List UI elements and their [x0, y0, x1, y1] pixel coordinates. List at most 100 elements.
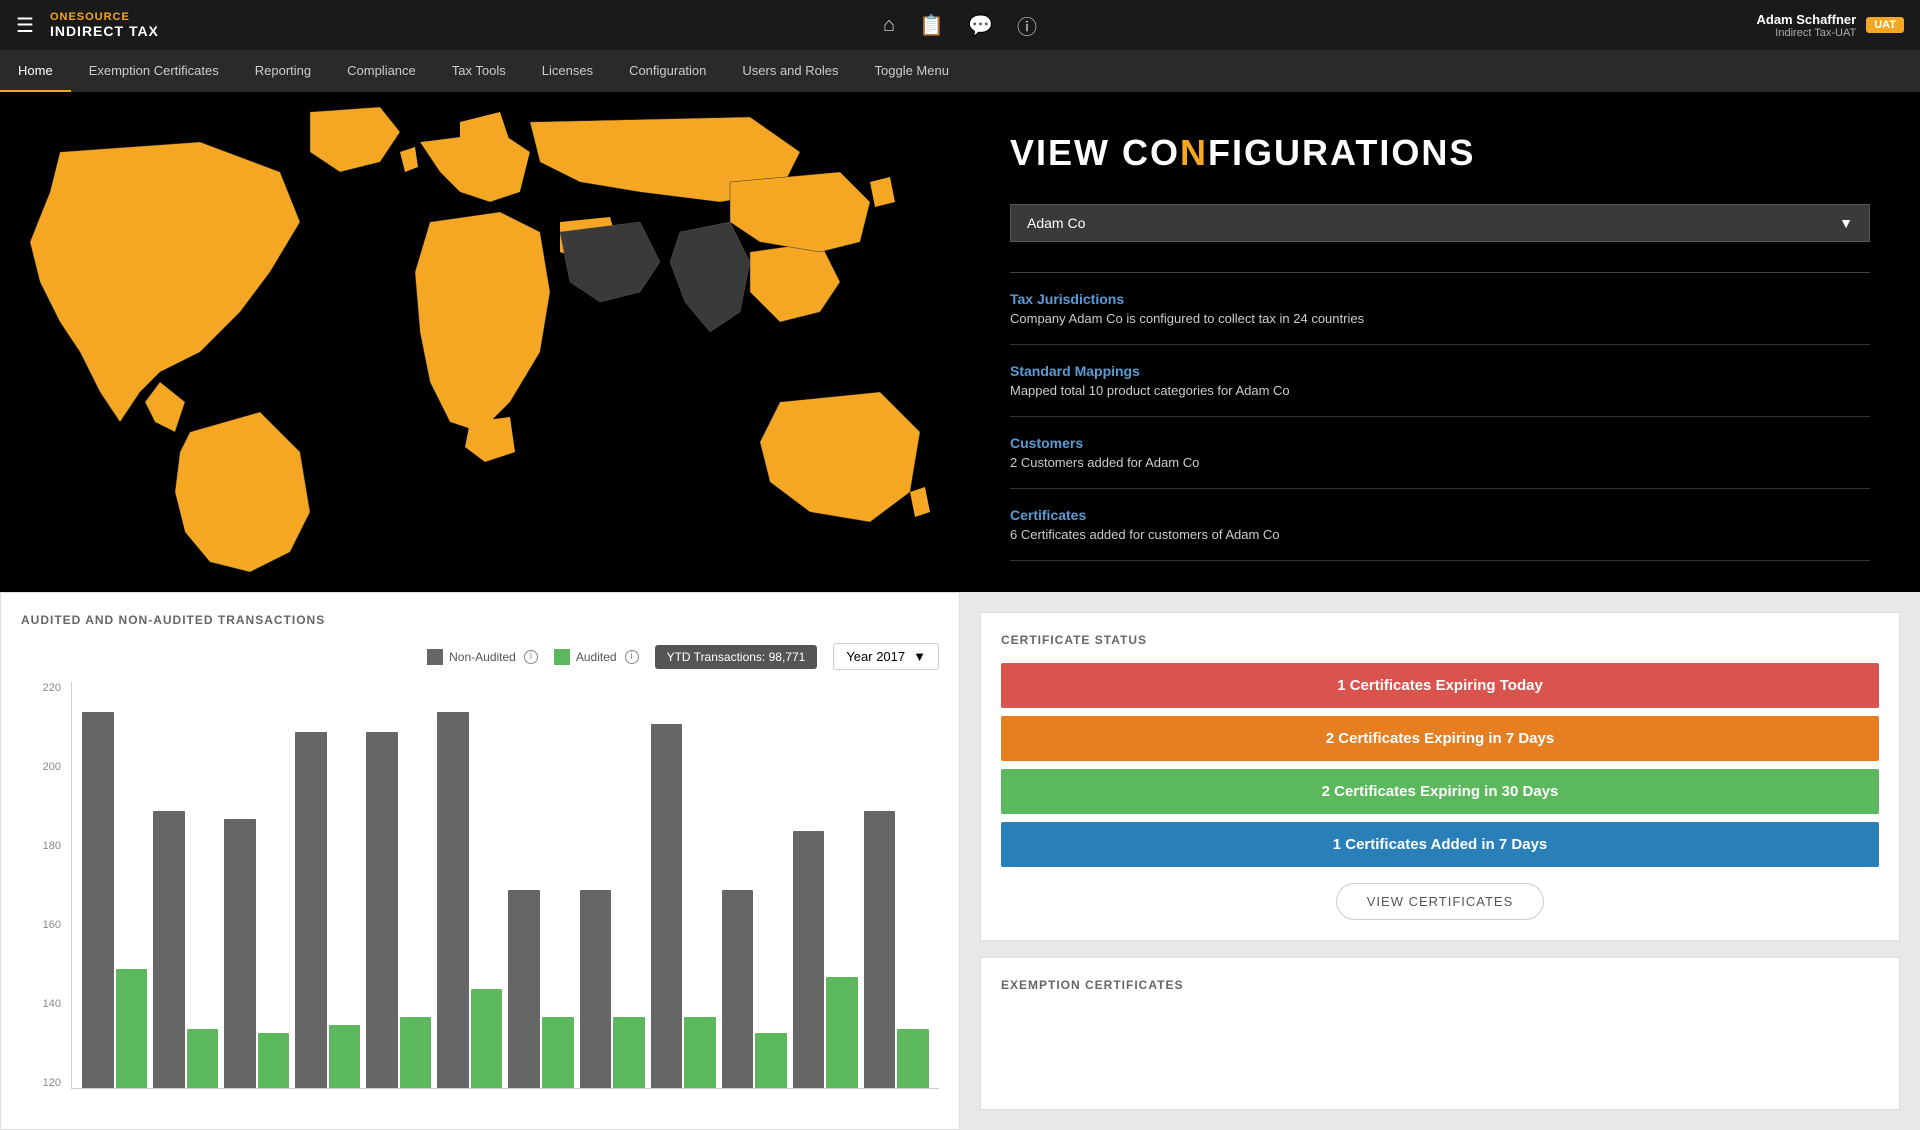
- bar-grey-8: [580, 890, 612, 1088]
- brand-top: ONESOURCE: [50, 11, 159, 23]
- standard-mappings-desc: Mapped total 10 product categories for A…: [1010, 383, 1870, 398]
- year-label: Year 2017: [846, 649, 905, 664]
- y-label-200: 200: [43, 761, 61, 773]
- y-label-180: 180: [43, 840, 61, 852]
- world-map: [0, 92, 960, 592]
- bar-green-9: [684, 1017, 716, 1088]
- bottom-section: AUDITED AND NON-AUDITED TRANSACTIONS Non…: [0, 592, 1920, 1130]
- bar-grey-10: [722, 890, 754, 1088]
- legend-audited-label: Audited: [576, 650, 617, 664]
- year-select[interactable]: Year 2017 ▼: [833, 643, 939, 670]
- legend-non-audited: Non-Audited i: [427, 649, 538, 665]
- bar-green-8: [613, 1017, 645, 1088]
- nav-compliance[interactable]: Compliance: [329, 50, 434, 92]
- bar-group-5: [366, 692, 431, 1088]
- cert-expiring-30-btn[interactable]: 2 Certificates Expiring in 30 Days: [1001, 769, 1879, 814]
- exemption-title: EXEMPTION CERTIFICATES: [1001, 978, 1879, 992]
- chart-panel: AUDITED AND NON-AUDITED TRANSACTIONS Non…: [0, 592, 960, 1130]
- bar-group-9: [651, 692, 716, 1088]
- bar-group-11: [793, 692, 858, 1088]
- tax-jurisdictions-link[interactable]: Tax Jurisdictions: [1010, 291, 1870, 307]
- tax-jurisdictions-desc: Company Adam Co is configured to collect…: [1010, 311, 1870, 326]
- report-icon[interactable]: 📋: [919, 13, 944, 38]
- bars-container: [71, 682, 939, 1089]
- home-icon[interactable]: ⌂: [883, 14, 895, 37]
- brand-bottom: INDIRECT TAX: [50, 23, 159, 39]
- bar-group-3: [224, 692, 289, 1088]
- cert-added-7-btn[interactable]: 1 Certificates Added in 7 Days: [1001, 822, 1879, 867]
- view-certificates-btn[interactable]: VIEW CERTIFICATES: [1336, 883, 1545, 920]
- uat-badge: UAT: [1866, 17, 1904, 33]
- right-panel: CERTIFICATE STATUS 1 Certificates Expiri…: [960, 592, 1920, 1130]
- y-label-160: 160: [43, 919, 61, 931]
- legend-non-audited-label: Non-Audited: [449, 650, 516, 664]
- bar-grey-9: [651, 724, 683, 1088]
- config-item-standard-mappings: Standard Mappings Mapped total 10 produc…: [1010, 345, 1870, 417]
- help-icon[interactable]: ⓘ: [1017, 11, 1037, 40]
- cert-status-title: CERTIFICATE STATUS: [1001, 633, 1879, 647]
- nav-home[interactable]: Home: [0, 50, 71, 92]
- nav-reporting[interactable]: Reporting: [237, 50, 329, 92]
- config-items: Tax Jurisdictions Company Adam Co is con…: [1010, 272, 1870, 561]
- bar-group-4: [295, 692, 360, 1088]
- nav-exemption-certificates[interactable]: Exemption Certificates: [71, 50, 237, 92]
- bar-grey-1: [82, 712, 114, 1088]
- nav-licenses[interactable]: Licenses: [524, 50, 611, 92]
- bar-green-1: [116, 969, 148, 1088]
- config-item-certificates: Certificates 6 Certificates added for cu…: [1010, 489, 1870, 561]
- user-info: Adam Schaffner Indirect Tax-UAT: [1757, 12, 1857, 39]
- message-icon[interactable]: 💬: [968, 13, 993, 38]
- bar-grey-11: [793, 831, 825, 1088]
- nav-configuration[interactable]: Configuration: [611, 50, 724, 92]
- dropdown-arrow: ▼: [1839, 215, 1853, 231]
- y-label-120: 120: [43, 1077, 61, 1089]
- bar-group-8: [580, 692, 645, 1088]
- customers-desc: 2 Customers added for Adam Co: [1010, 455, 1870, 470]
- bar-group-6: [437, 692, 502, 1088]
- config-title: VIEW CONFIGURATIONS: [1010, 132, 1870, 174]
- bar-green-4: [329, 1025, 361, 1088]
- bar-group-12: [864, 692, 929, 1088]
- chart-controls: Non-Audited i Audited i YTD Transactions…: [21, 643, 939, 670]
- bar-green-6: [471, 989, 503, 1088]
- user-sub: Indirect Tax-UAT: [1775, 27, 1856, 39]
- hero-section: VIEW CONFIGURATIONS Adam Co ▼ Tax Jurisd…: [0, 92, 1920, 592]
- audited-info-icon[interactable]: i: [625, 650, 639, 664]
- legend-audited-box: [554, 649, 570, 665]
- exemption-panel: EXEMPTION CERTIFICATES: [980, 957, 1900, 1110]
- certificates-desc: 6 Certificates added for customers of Ad…: [1010, 527, 1870, 542]
- certificates-link[interactable]: Certificates: [1010, 507, 1870, 523]
- y-label-140: 140: [43, 998, 61, 1010]
- standard-mappings-link[interactable]: Standard Mappings: [1010, 363, 1870, 379]
- year-dropdown-arrow: ▼: [913, 649, 926, 664]
- user-name: Adam Schaffner: [1757, 12, 1857, 27]
- bar-group-10: [722, 692, 787, 1088]
- bar-grey-4: [295, 732, 327, 1088]
- bar-grey-7: [508, 890, 540, 1088]
- bar-group-7: [508, 692, 573, 1088]
- customers-link[interactable]: Customers: [1010, 435, 1870, 451]
- bar-group-2: [153, 692, 218, 1088]
- bar-green-7: [542, 1017, 574, 1088]
- y-label-220: 220: [43, 682, 61, 694]
- company-dropdown[interactable]: Adam Co ▼: [1010, 204, 1870, 242]
- non-audited-info-icon[interactable]: i: [524, 650, 538, 664]
- hamburger-icon[interactable]: ☰: [16, 13, 34, 38]
- chart-area: 220 200 180 160 140 120: [21, 682, 939, 1109]
- top-icons: ⌂ 📋 💬 ⓘ: [883, 11, 1037, 40]
- cert-expiring-today-btn[interactable]: 1 Certificates Expiring Today: [1001, 663, 1879, 708]
- nav-tax-tools[interactable]: Tax Tools: [434, 50, 524, 92]
- nav-users-roles[interactable]: Users and Roles: [724, 50, 856, 92]
- cert-status-panel: CERTIFICATE STATUS 1 Certificates Expiri…: [980, 612, 1900, 941]
- top-bar: ☰ ONESOURCE INDIRECT TAX ⌂ 📋 💬 ⓘ Adam Sc…: [0, 0, 1920, 50]
- bar-green-2: [187, 1029, 219, 1088]
- bar-grey-6: [437, 712, 469, 1088]
- company-name: Adam Co: [1027, 215, 1085, 231]
- bar-group-1: [82, 692, 147, 1088]
- nav-toggle-menu[interactable]: Toggle Menu: [857, 50, 967, 92]
- y-axis: 220 200 180 160 140 120: [21, 682, 66, 1089]
- bar-grey-5: [366, 732, 398, 1088]
- cert-expiring-7-btn[interactable]: 2 Certificates Expiring in 7 Days: [1001, 716, 1879, 761]
- bar-green-11: [826, 977, 858, 1088]
- bar-green-5: [400, 1017, 432, 1088]
